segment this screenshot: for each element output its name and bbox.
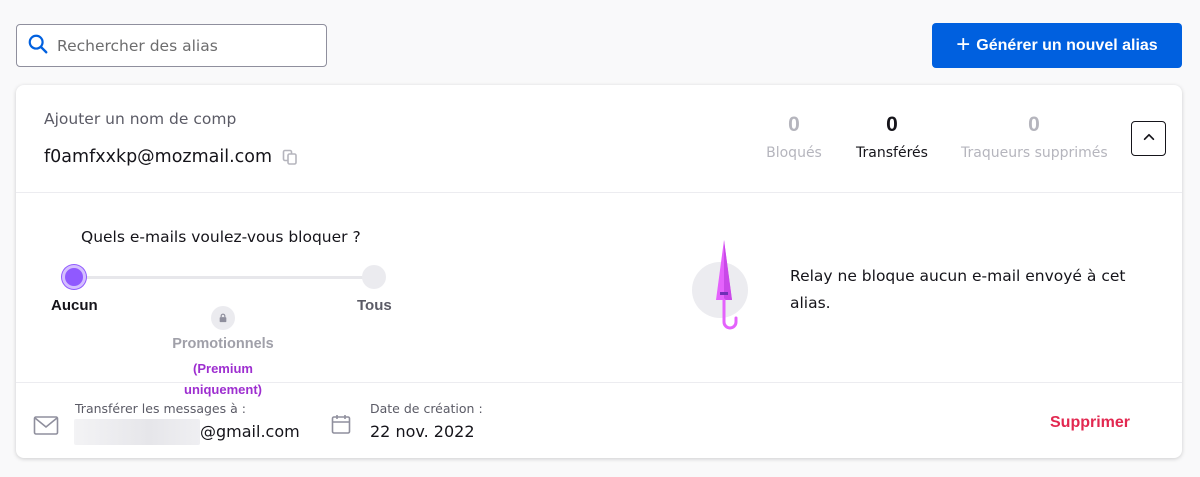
forward-email: @gmail.com: [200, 422, 300, 441]
generate-alias-label: Générer un nouvel alias: [976, 36, 1158, 54]
search-input[interactable]: [57, 36, 312, 55]
search-icon: [27, 33, 49, 59]
calendar-icon: [331, 415, 351, 434]
copy-icon[interactable]: [282, 149, 298, 165]
option-promotional: Promotionnels: [172, 336, 274, 352]
blocking-slider-track[interactable]: [76, 276, 376, 279]
search-box[interactable]: [16, 24, 327, 67]
alias-address-text: f0amfxxkp@mozmail.com: [44, 147, 273, 167]
delete-button[interactable]: Supprimer: [1050, 414, 1130, 432]
alias-card: Ajouter un nom de comp f0amfxxkp@mozmail…: [16, 85, 1182, 458]
stat-blocked-value: 0: [788, 113, 800, 136]
stat-blocked: 0 Bloqués: [761, 113, 827, 161]
option-all[interactable]: Tous: [357, 297, 392, 314]
divider: [16, 382, 1182, 383]
created-date-label: Date de création :: [370, 401, 483, 416]
umbrella-icon: [716, 240, 738, 330]
stat-trackers-value: 0: [1028, 113, 1040, 136]
stat-trackers: 0 Traqueurs supprimés: [961, 113, 1108, 161]
stat-forwarded-value: 0: [886, 113, 898, 136]
mail-icon: [33, 416, 59, 435]
stat-forwarded-label: Transférés: [856, 145, 928, 161]
option-none[interactable]: Aucun: [51, 297, 98, 314]
generate-alias-button[interactable]: + Générer un nouvel alias: [932, 23, 1182, 68]
stat-trackers-label: Traqueurs supprimés: [961, 145, 1108, 161]
blocking-question: Quels e-mails voulez-vous bloquer ?: [81, 228, 361, 246]
plus-icon: +: [956, 30, 971, 58]
lock-icon: [211, 306, 235, 330]
stat-forwarded: 0 Transférés: [854, 113, 930, 161]
blocking-status-message: Relay ne bloque aucun e-mail envoyé à ce…: [790, 267, 1126, 312]
slider-stop-all[interactable]: [362, 265, 386, 289]
divider: [16, 192, 1182, 193]
forward-label: Transférer les messages à :: [75, 401, 246, 416]
chevron-up-icon: [1142, 130, 1156, 147]
slider-handle[interactable]: [62, 265, 86, 289]
stat-blocked-label: Bloqués: [766, 145, 822, 161]
created-date: 22 nov. 2022: [370, 422, 475, 441]
collapse-button[interactable]: [1131, 121, 1166, 156]
premium-only-note: (Premium uniquement): [184, 361, 262, 397]
redacted-email: [74, 419, 200, 445]
alias-label-field[interactable]: Ajouter un nom de comp: [44, 110, 236, 128]
alias-address: f0amfxxkp@mozmail.com: [44, 147, 298, 167]
